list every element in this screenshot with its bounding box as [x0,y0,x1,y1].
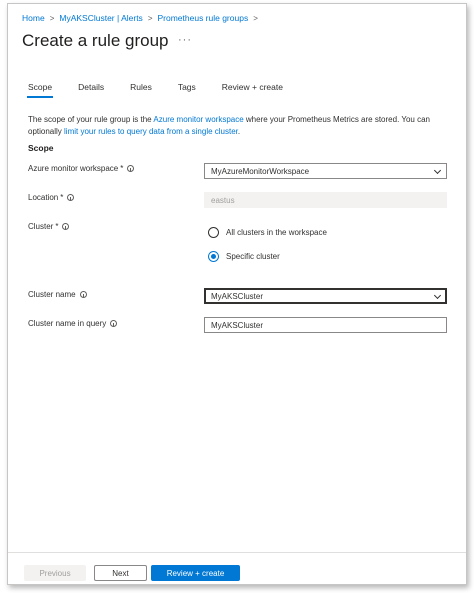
radio-specific-cluster-label: Specific cluster [226,252,280,261]
cluster-name-label: Cluster name [28,290,87,299]
location-label-text: Location [28,193,59,202]
section-title: Scope [28,143,54,153]
info-icon[interactable] [62,223,70,230]
info-icon[interactable] [79,291,87,298]
breadcrumb-cluster-alerts[interactable]: MyAKSCluster | Alerts [59,13,142,23]
radio-specific-cluster[interactable]: Specific cluster [208,251,280,262]
radio-all-clusters-label: All clusters in the workspace [226,228,327,237]
workspace-value: MyAzureMonitorWorkspace [211,166,310,176]
breadcrumb-prometheus-rule-groups[interactable]: Prometheus rule groups [157,13,248,23]
workspace-dropdown[interactable]: MyAzureMonitorWorkspace [204,163,447,179]
required-marker: * [120,164,124,173]
limit-rules-link[interactable]: limit your rules to query data from a si… [64,127,238,136]
chevron-right-icon: > [49,13,55,23]
review-create-button[interactable]: Review + create [151,565,240,581]
cluster-name-query-label: Cluster name in query [28,319,118,328]
required-marker: * [55,222,59,231]
next-button[interactable]: Next [94,565,147,581]
scope-description: The scope of your rule group is the Azur… [28,114,448,138]
tab-scope[interactable]: Scope [26,82,54,98]
breadcrumb: Home > MyAKSCluster | Alerts > Prometheu… [22,13,263,23]
chevron-right-icon: > [147,13,153,23]
info-icon[interactable] [127,165,135,172]
footer-bar: Previous Next Review + create [8,552,466,584]
previous-button[interactable]: Previous [24,565,86,581]
chevron-right-icon: > [253,13,258,23]
cluster-name-query-input[interactable]: MyAKSCluster [204,317,447,333]
cluster-name-query-value: MyAKSCluster [211,320,264,330]
description-text-1: The scope of your rule group is the [28,115,154,124]
page-title: Create a rule group [22,31,169,50]
chevron-down-icon [433,166,442,175]
tab-bar: Scope Details Rules Tags Review + create [26,82,309,98]
required-marker: * [60,193,64,202]
azure-monitor-workspace-link[interactable]: Azure monitor workspace [153,115,243,124]
chevron-down-icon [433,291,442,300]
cluster-label: Cluster * [28,222,70,231]
cluster-label-text: Cluster [28,222,54,231]
tab-details[interactable]: Details [78,82,104,98]
cluster-name-label-text: Cluster name [28,290,76,299]
workspace-label-text: Azure monitor workspace [28,164,119,173]
radio-checked-icon[interactable] [208,251,219,262]
workspace-label: Azure monitor workspace * [28,164,135,173]
cluster-name-value: MyAKSCluster [211,291,264,301]
radio-unchecked-icon[interactable] [208,227,219,238]
radio-all-clusters[interactable]: All clusters in the workspace [208,227,327,238]
location-field: eastus [204,192,447,208]
tab-tags[interactable]: Tags [178,82,196,98]
cluster-name-dropdown[interactable]: MyAKSCluster [204,288,447,304]
info-icon[interactable] [110,320,118,327]
tab-review-create[interactable]: Review + create [222,82,283,98]
create-rule-group-blade: Home > MyAKSCluster | Alerts > Prometheu… [7,3,467,585]
tab-rules[interactable]: Rules [130,82,152,98]
info-icon[interactable] [67,194,75,201]
ellipsis-icon[interactable]: ··· [178,34,192,46]
location-label: Location * [28,193,75,202]
description-text-3: . [237,127,241,136]
location-value: eastus [211,195,235,205]
cluster-name-query-label-text: Cluster name in query [28,319,107,328]
breadcrumb-home[interactable]: Home [22,13,45,23]
